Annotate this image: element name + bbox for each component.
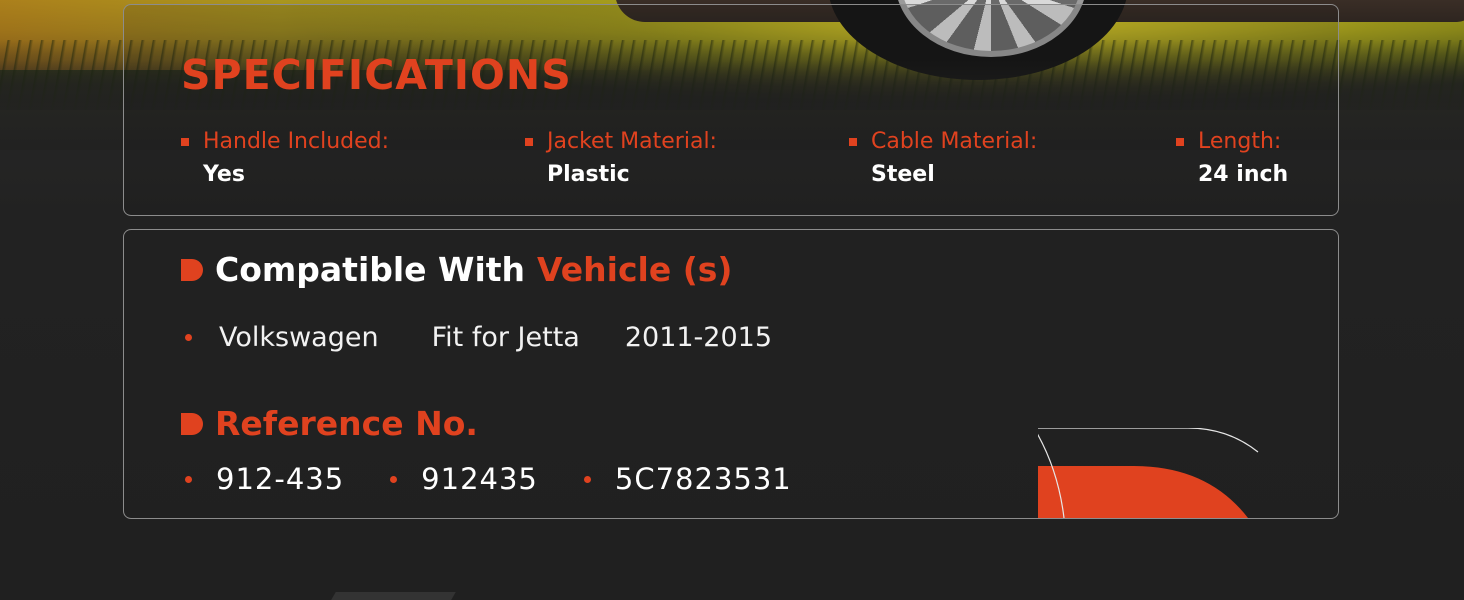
spec-value: Yes <box>203 162 245 187</box>
dot-bullet-icon <box>185 334 192 341</box>
reference-item: 912435 <box>386 462 538 496</box>
vehicle-model: Fit for Jetta <box>431 322 580 353</box>
spec-value: Plastic <box>547 162 630 187</box>
compatibility-panel: Compatible With Vehicle (s) Volkswagen F… <box>123 229 1339 519</box>
d-shape-bullet-icon <box>181 412 203 435</box>
dot-bullet-icon <box>583 475 591 483</box>
compatible-heading: Compatible With Vehicle (s) <box>181 250 733 289</box>
square-bullet-icon <box>849 137 857 146</box>
spec-value: 24 inch <box>1198 162 1289 187</box>
reference-item: 912-435 <box>181 462 344 496</box>
reference-number: 912-435 <box>216 462 345 496</box>
spec-label: Length: <box>1198 129 1282 154</box>
spec-handle-included: Handle Included: Yes <box>181 129 389 187</box>
spec-label: Jacket Material: <box>547 129 717 154</box>
spec-label: Handle Included: <box>203 129 390 154</box>
reference-number: 5C7823531 <box>614 462 792 496</box>
dot-bullet-icon <box>390 475 398 483</box>
square-bullet-icon <box>525 137 533 146</box>
spec-jacket-material: Jacket Material: Plastic <box>525 129 717 187</box>
spec-value: Steel <box>871 162 935 187</box>
specifications-panel: SPECIFICATIONS Handle Included: Yes Jack… <box>123 4 1339 216</box>
reference-heading: Reference No. <box>181 404 478 443</box>
vehicle-years: 2011-2015 <box>624 322 773 353</box>
reference-numbers: 912-435 912435 5C7823531 <box>181 462 834 496</box>
product-spec-banner: SPECIFICATIONS Handle Included: Yes Jack… <box>0 0 1464 600</box>
vehicle-make: Volkswagen <box>219 322 379 353</box>
reference-number: 912435 <box>421 462 538 496</box>
specifications-title: SPECIFICATIONS <box>181 51 572 99</box>
reference-item: 5C7823531 <box>580 462 792 496</box>
compatible-vehicle-row: Volkswagen Fit for Jetta 2011-2015 <box>181 322 772 353</box>
spec-label: Cable Material: <box>871 129 1038 154</box>
spec-cable-material: Cable Material: Steel <box>849 129 1037 187</box>
square-bullet-icon <box>181 137 189 146</box>
dot-bullet-icon <box>185 475 192 483</box>
spec-length: Length: 24 inch <box>1176 129 1288 187</box>
square-bullet-icon <box>1176 137 1184 146</box>
corner-decoration <box>1038 428 1259 518</box>
d-shape-bullet-icon <box>181 258 203 281</box>
